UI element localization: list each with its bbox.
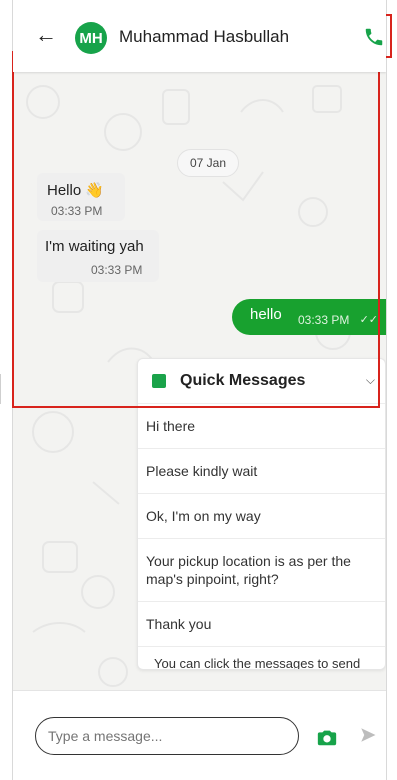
quick-message-item[interactable]: Ok, I'm on my way (138, 494, 385, 539)
message-text: I'm waiting yah (45, 238, 144, 255)
camera-icon[interactable] (316, 726, 338, 748)
message-incoming: Hello 👋 03:33 PM (37, 173, 125, 221)
message-icon (152, 374, 166, 388)
quick-message-item[interactable]: Your pickup location is as per the map's… (138, 539, 385, 602)
side-tab (0, 374, 14, 404)
message-time: 03:33 PM (298, 313, 350, 327)
quick-messages-panel: Quick Messages ⌵ Hi there Please kindly … (137, 358, 386, 670)
chat-screen: ← MH Muhammad Hasbullah 07 Jan Hello 👋 0… (12, 0, 387, 780)
quick-message-item[interactable]: Hi there (138, 404, 385, 449)
quick-messages-footer: You can click the messages to send to yo… (154, 656, 361, 670)
message-time: 03:33 PM (91, 263, 143, 277)
quick-message-item[interactable]: Thank you (138, 602, 385, 647)
contact-name: Muhammad Hasbullah (119, 27, 290, 46)
chevron-down-icon[interactable]: ⌵ (366, 373, 375, 388)
message-time: 03:33 PM (51, 204, 103, 218)
message-outgoing: hello 03:33 PM ✓✓ (232, 299, 386, 335)
chat-header: ← MH Muhammad Hasbullah (13, 0, 386, 72)
avatar: MH (75, 22, 107, 54)
double-check-icon: ✓✓ (359, 314, 378, 326)
arrow-left-icon[interactable]: ← (35, 24, 57, 46)
phone-icon[interactable] (363, 26, 385, 48)
quick-message-item[interactable]: Please kindly wait (138, 449, 385, 494)
message-text: hello (250, 306, 282, 323)
date-chip: 07 Jan (177, 149, 240, 177)
message-input[interactable] (35, 717, 299, 755)
quick-messages-header[interactable]: Quick Messages ⌵ (138, 359, 385, 404)
composer-bar (13, 690, 386, 780)
send-icon[interactable] (359, 726, 377, 744)
message-text: Hello 👋 (47, 182, 105, 199)
quick-messages-title: Quick Messages (180, 372, 306, 389)
chat-area: 07 Jan Hello 👋 03:33 PM I'm waiting yah … (13, 72, 386, 690)
message-incoming: I'm waiting yah 03:33 PM (37, 230, 159, 282)
